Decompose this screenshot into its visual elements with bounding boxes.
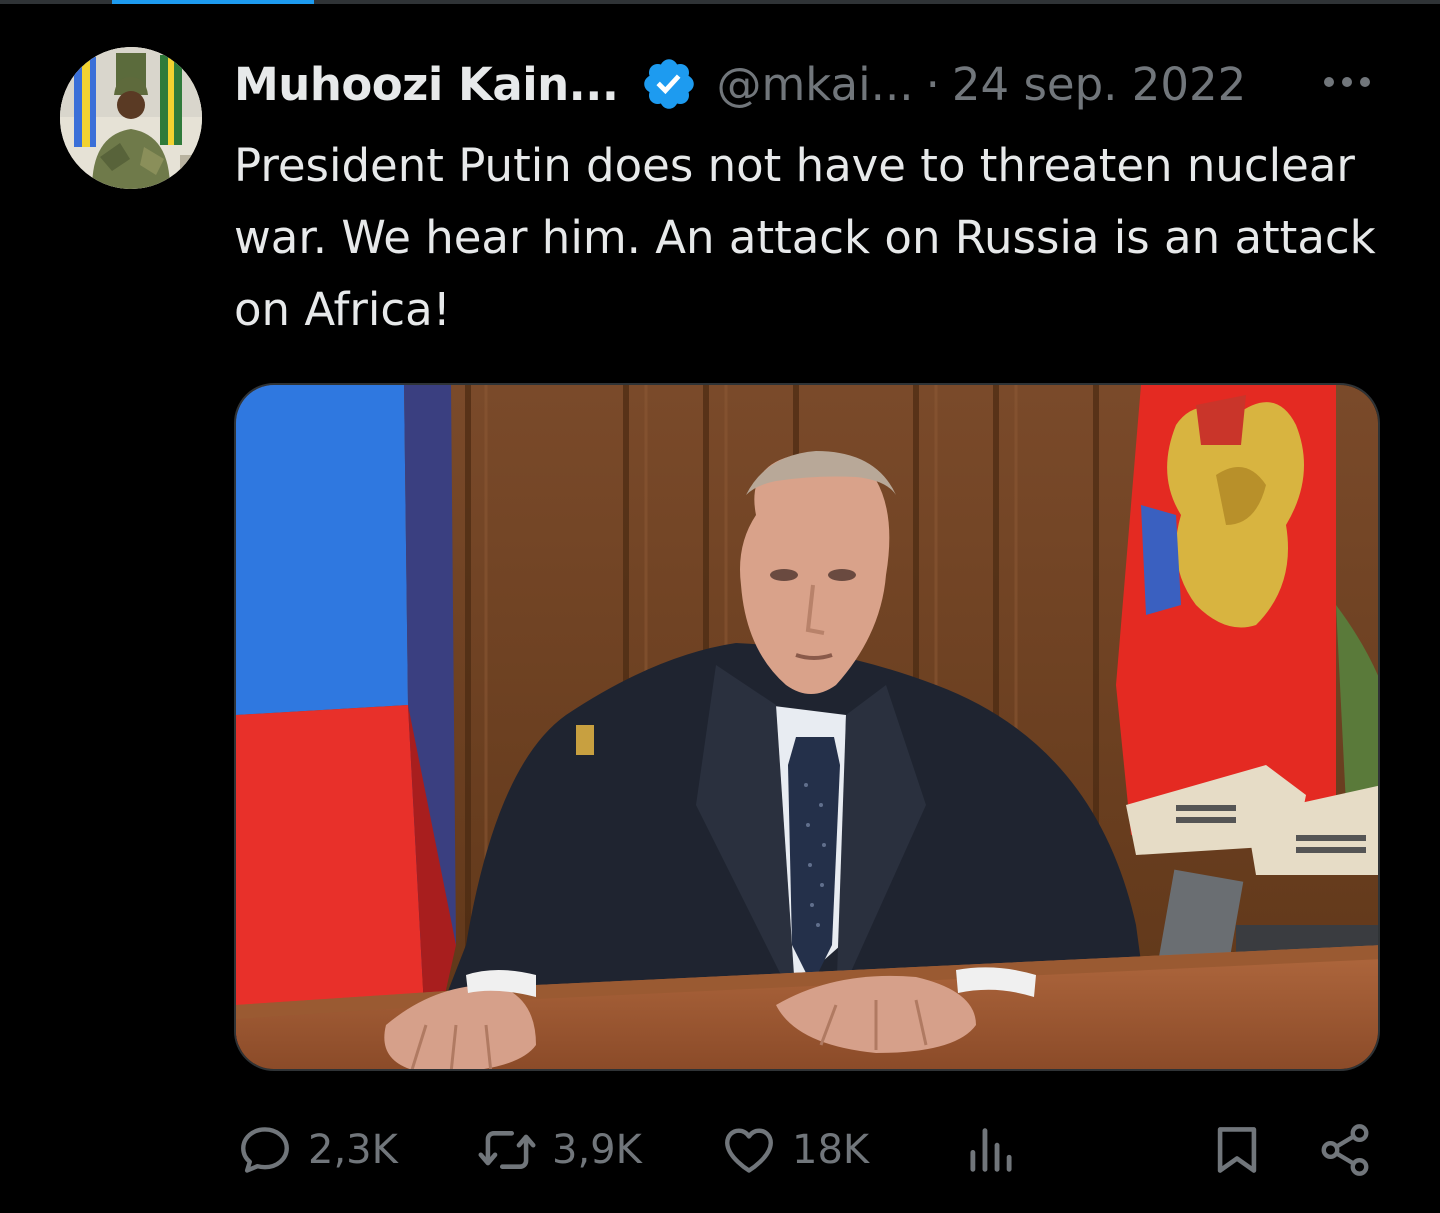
bookmark-icon bbox=[1208, 1121, 1266, 1179]
tab-indicator bbox=[112, 0, 314, 4]
bookmark-button[interactable] bbox=[1208, 1115, 1266, 1185]
reply-icon bbox=[236, 1121, 294, 1179]
author-name[interactable]: Muhoozi Kain... bbox=[234, 58, 619, 111]
media-image bbox=[236, 385, 1378, 1069]
avatar-image bbox=[60, 47, 202, 189]
verified-badge-icon bbox=[640, 55, 698, 113]
separator-dot: · bbox=[925, 57, 940, 111]
avatar[interactable] bbox=[60, 47, 202, 189]
like-button[interactable]: 18K bbox=[720, 1115, 869, 1185]
reply-count: 2,3K bbox=[308, 1127, 398, 1173]
tweet-date[interactable]: 24 sep. 2022 bbox=[952, 58, 1246, 111]
like-icon bbox=[720, 1121, 778, 1179]
views-button[interactable] bbox=[962, 1115, 1020, 1185]
views-icon bbox=[962, 1121, 1020, 1179]
reply-button[interactable]: 2,3K bbox=[236, 1115, 398, 1185]
like-count: 18K bbox=[792, 1127, 870, 1173]
action-bar: 2,3K 3,9K 18K bbox=[0, 1115, 1440, 1185]
repost-count: 3,9K bbox=[552, 1127, 642, 1173]
tweet-media[interactable] bbox=[234, 383, 1380, 1071]
share-icon bbox=[1316, 1121, 1374, 1179]
share-button[interactable] bbox=[1316, 1115, 1374, 1185]
tweet-text: President Putin does not have to threate… bbox=[234, 139, 1376, 336]
repost-button[interactable]: 3,9K bbox=[476, 1115, 642, 1185]
author-handle[interactable]: @mkai... bbox=[716, 58, 913, 111]
more-options-icon[interactable] bbox=[1322, 70, 1372, 94]
repost-icon bbox=[476, 1121, 538, 1179]
tweet-header: Muhoozi Kain... @mkai... · 24 sep. 2022 bbox=[234, 52, 1246, 116]
